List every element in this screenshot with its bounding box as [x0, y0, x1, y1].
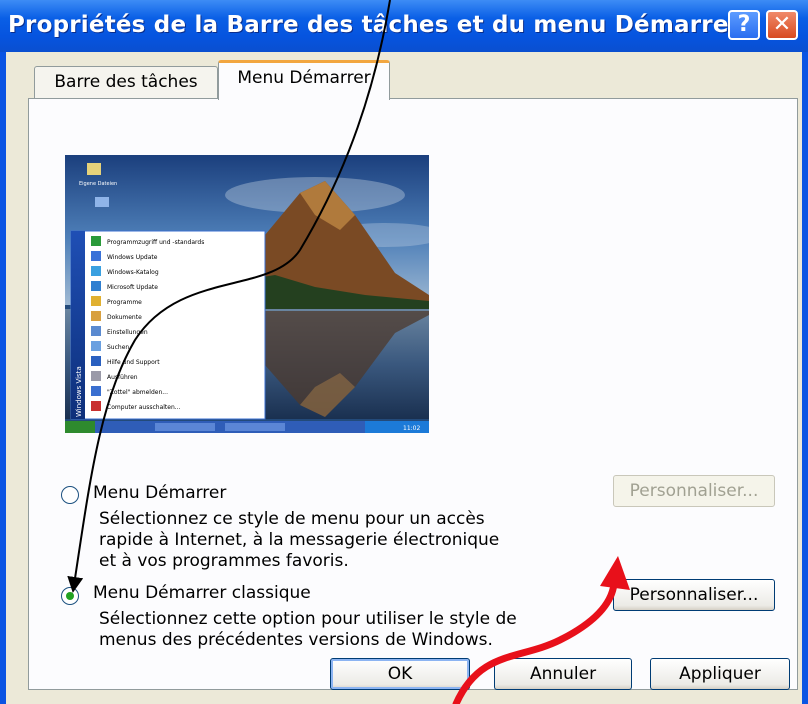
preview-menu-item: Einstellungen	[107, 329, 148, 336]
preview-menu-item-icon	[91, 371, 101, 381]
cancel-button[interactable]: Annuler	[494, 658, 632, 690]
ok-button[interactable]: OK	[330, 658, 470, 690]
preview-menu-item-icon	[91, 401, 101, 411]
start-menu-description-line-1: Sélectionnez ce style de menu pour un ac…	[99, 509, 485, 529]
tab-panel: Eigene Dateien Windows Vista Programmzug…	[28, 98, 798, 690]
start-menu-preview: Eigene Dateien Windows Vista Programmzug…	[65, 155, 429, 433]
preview-menu-item-icon	[91, 326, 101, 336]
classic-description-line-1: Sélectionnez cette option pour utiliser …	[99, 609, 517, 629]
preview-menu-item-icon	[91, 386, 101, 396]
preview-menu-item: Windows Update	[107, 254, 158, 261]
close-button[interactable]: ✕	[766, 10, 798, 40]
tab-taskbar[interactable]: Barre des tâches	[34, 66, 218, 98]
preview-menu-item: Computer ausschalten...	[107, 404, 181, 411]
start-menu-option-label[interactable]: Menu Démarrer	[93, 483, 226, 503]
classic-option-label[interactable]: Menu Démarrer classique	[93, 583, 311, 603]
tab-start-menu[interactable]: Menu Démarrer	[218, 60, 390, 100]
preview-menu-item-icon	[91, 341, 101, 351]
dialog-window: Propriétés de la Barre des tâches et du …	[0, 0, 808, 704]
preview-menu-item: Microsoft Update	[107, 284, 158, 291]
preview-menu-item-icon	[91, 296, 101, 306]
preview-menu-item: Dokumente	[107, 314, 142, 321]
apply-button[interactable]: Appliquer	[650, 658, 790, 690]
preview-menu-item-icon	[91, 281, 101, 291]
desktop-icon-label: Eigene Dateien	[79, 181, 117, 187]
menu-side-label: Windows Vista	[75, 366, 83, 417]
window-title: Propriétés de la Barre des tâches et du …	[8, 12, 741, 38]
help-button[interactable]: ?	[728, 10, 760, 40]
customize-classic-button[interactable]: Personnaliser...	[613, 579, 775, 611]
customize-start-menu-button[interactable]: Personnaliser...	[613, 475, 775, 507]
preview-menu-item: Programme	[107, 299, 142, 306]
preview-clock: 11:02	[403, 425, 420, 432]
preview-menu-item: Suchen	[107, 344, 129, 351]
dialog-client-area: Barre des tâches Menu Démarrer Eigene Da…	[6, 52, 802, 704]
preview-menu-item: Ausführen	[107, 374, 138, 381]
preview-menu-item-icon	[91, 251, 101, 261]
close-icon: ✕	[772, 12, 792, 37]
start-menu-description-line-3: et à vos programmes favoris.	[99, 551, 349, 571]
title-bar[interactable]: Propriétés de la Barre des tâches et du …	[0, 0, 808, 52]
preview-menu-item: Programmzugriff und -standards	[107, 239, 204, 246]
preview-menu-item-icon	[91, 266, 101, 276]
preview-menu-item-icon	[91, 236, 101, 246]
radio-start-menu[interactable]	[61, 486, 79, 504]
start-menu-description-line-2: rapide à Internet, à la messagerie élect…	[99, 530, 500, 550]
help-icon: ?	[737, 12, 751, 37]
preview-menu-item: "Zottel" abmelden...	[107, 389, 168, 396]
preview-menu-item: Windows-Katalog	[107, 269, 159, 276]
preview-menu-item-icon	[91, 356, 101, 366]
preview-menu-item: Hilfe und Support	[107, 359, 160, 366]
preview-image: Eigene Dateien Windows Vista Programmzug…	[65, 155, 429, 433]
preview-menu-item-icon	[91, 311, 101, 321]
classic-description-line-2: menus des précédentes versions de Window…	[99, 630, 493, 650]
radio-classic-start-menu[interactable]	[61, 587, 79, 605]
